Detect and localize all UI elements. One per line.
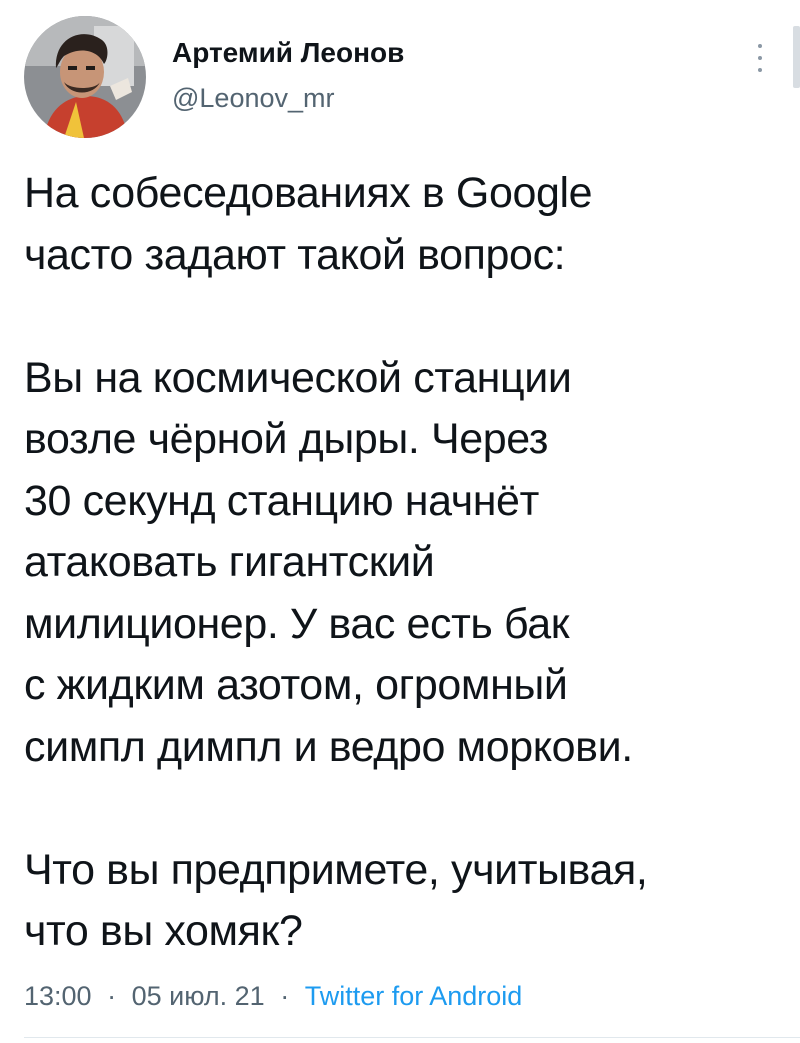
tweet-paragraph: Вы на космической станции возле чёрной д… xyxy=(24,353,633,771)
author-display-name[interactable]: Артемий Леонов xyxy=(172,36,404,70)
tweet-date[interactable]: 05 июл. 21 xyxy=(132,981,265,1011)
tweet-paragraph: Что вы предпримете, учитывая, что вы хом… xyxy=(24,845,648,956)
tweet-time[interactable]: 13:00 xyxy=(24,981,92,1011)
tweet: Артемий Леонов @Leonov_mr На собеседован… xyxy=(0,0,800,1043)
tweet-paragraph: На собеседованиях в Google часто задают … xyxy=(24,169,593,279)
avatar-image xyxy=(24,16,146,138)
meta-separator: · xyxy=(107,981,117,1011)
meta-separator: · xyxy=(280,981,290,1011)
user-info: Артемий Леонов @Leonov_mr xyxy=(172,36,404,114)
tweet-header: Артемий Леонов @Leonov_mr xyxy=(24,16,784,138)
more-options-button[interactable] xyxy=(748,38,772,78)
tweet-meta: 13:00 · 05 июл. 21 · Twitter for Android xyxy=(24,978,522,1014)
scrollbar[interactable] xyxy=(793,26,800,88)
more-vertical-icon xyxy=(758,44,762,48)
avatar[interactable] xyxy=(24,16,146,138)
tweet-source-link[interactable]: Twitter for Android xyxy=(305,981,523,1011)
author-handle[interactable]: @Leonov_mr xyxy=(172,82,404,114)
divider xyxy=(24,1037,800,1038)
tweet-text: На собеседованиях в Google часто задают … xyxy=(24,163,764,963)
